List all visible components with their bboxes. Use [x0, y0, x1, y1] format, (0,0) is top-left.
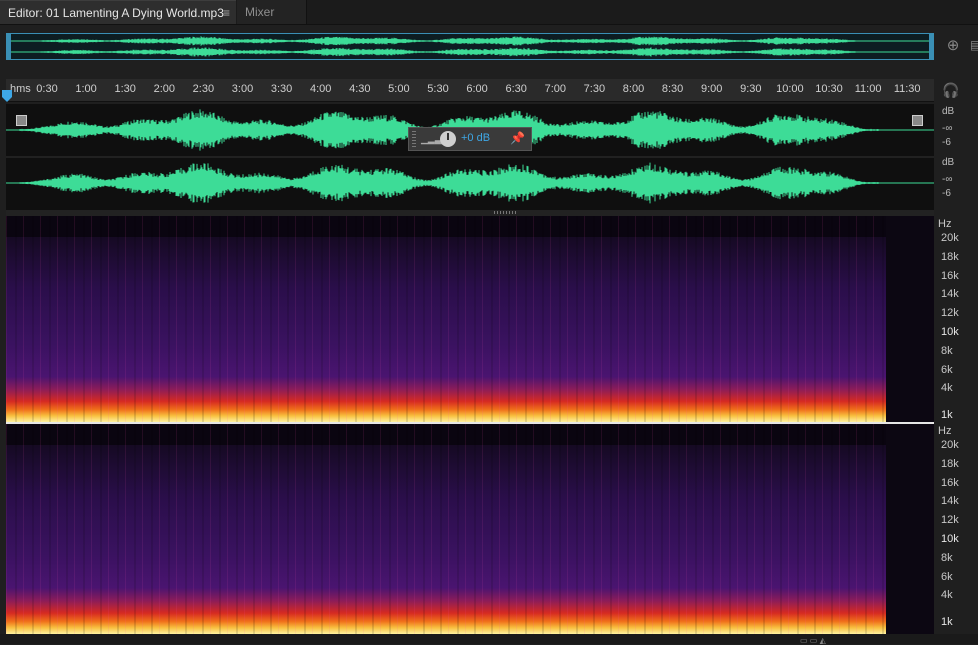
- ch1-db-minus6: -6: [942, 137, 951, 148]
- time-tick-label: 9:00: [700, 83, 723, 95]
- spectral-display-channel-1[interactable]: [6, 216, 934, 422]
- tab-menu-icon[interactable]: ≡: [223, 1, 230, 25]
- level-bars-icon: ▁▂▃▅: [421, 134, 449, 144]
- time-tick-label: 2:00: [153, 83, 176, 95]
- channel1-hz-label: 1k: [941, 409, 953, 422]
- fade-out-handle[interactable]: [912, 115, 923, 126]
- tab-mixer-label: Mixer: [245, 5, 275, 19]
- overview-waveform: [7, 36, 933, 57]
- ch2-db-inf: -∞: [942, 174, 953, 185]
- time-tick-label: 0:30: [36, 83, 58, 95]
- channel1-hz-label: 10k: [941, 326, 959, 338]
- waveform-display[interactable]: [6, 104, 934, 210]
- tab-editor[interactable]: Editor: 01 Lamenting A Dying World.mp3 ≡: [0, 0, 236, 24]
- channel1-hz-label: 4k: [941, 382, 953, 395]
- time-tick-label: 5:30: [427, 83, 449, 95]
- channel2-hz-label: 6k: [941, 570, 953, 583]
- hud-grip[interactable]: [412, 131, 416, 147]
- time-tick-label: 10:00: [776, 83, 804, 95]
- pin-icon[interactable]: 📌: [510, 131, 525, 145]
- time-tick-label: 11:00: [854, 83, 882, 95]
- channel2-hz-label: 20k: [941, 439, 959, 451]
- spectral-display-channel-2[interactable]: [6, 424, 934, 634]
- panel-menu-icon[interactable]: ▤: [970, 38, 978, 54]
- time-tick-label: 7:30: [583, 83, 606, 95]
- time-tick-label: 7:00: [544, 83, 567, 95]
- time-tick-label: 11:30: [893, 83, 921, 95]
- headphones-icon[interactable]: 🎧: [942, 82, 960, 98]
- time-tick-label: 5:00: [388, 83, 410, 95]
- channel1-hz-label: 18k: [941, 250, 959, 263]
- channel2-hz-label: 10k: [941, 533, 959, 545]
- ch1-db-unit: dB: [942, 106, 955, 117]
- channel1-hz-label: 8k: [941, 344, 953, 357]
- channel1-hz-label: 20k: [941, 232, 959, 244]
- fade-in-handle[interactable]: [16, 115, 27, 126]
- tab-editor-label: Editor: 01 Lamenting A Dying World.mp3: [8, 6, 224, 20]
- volume-hud[interactable]: ▁▂▃▅ +0 dB 📌: [408, 127, 532, 151]
- time-tick-label: 6:30: [505, 83, 527, 95]
- channel2-hz-label: 8k: [941, 551, 953, 564]
- playhead-marker[interactable]: [2, 90, 12, 102]
- overview-navigator[interactable]: [6, 33, 934, 60]
- channel2-hz-label: 12k: [941, 514, 959, 527]
- overview-right-handle[interactable]: [929, 34, 933, 59]
- time-tick-label: 8:30: [661, 83, 684, 95]
- channel2-hz-label: 16k: [941, 476, 959, 489]
- channel2-hz-label: 18k: [941, 457, 959, 470]
- channel1-hz-unit: Hz: [938, 218, 952, 230]
- time-tick-label: 10:30: [815, 83, 843, 95]
- channel2-hz-label: 4k: [941, 589, 953, 602]
- volume-value: +0 dB: [461, 132, 491, 144]
- ch1-db-inf: -∞: [942, 123, 953, 134]
- time-tick-label: 1:00: [75, 83, 97, 95]
- time-tick-label: 2:30: [192, 83, 215, 95]
- zoom-icon[interactable]: ⊕: [943, 36, 963, 56]
- channel1-hz-label: 12k: [941, 307, 959, 320]
- channel1-hz-label: 16k: [941, 269, 959, 282]
- ch2-db-unit: dB: [942, 157, 955, 168]
- channel1-hz-label: 14k: [941, 288, 959, 301]
- time-tick-label: 4:30: [349, 83, 371, 95]
- time-tick-label: 8:00: [622, 83, 645, 95]
- overview-left-handle[interactable]: [7, 34, 11, 59]
- time-tick-label: 4:00: [309, 83, 332, 95]
- time-tick-label: 6:00: [466, 83, 488, 95]
- time-ruler[interactable]: hms 0:30 1:00 1:30 2:00 2:30 3:00 3:30 4:00 4:30…: [6, 79, 934, 102]
- tab-bar: Editor: 01 Lamenting A Dying World.mp3 ≡…: [0, 0, 978, 25]
- volume-knob[interactable]: [440, 131, 456, 147]
- time-tick-label: 9:30: [740, 83, 762, 95]
- time-tick-label: 3:30: [270, 83, 293, 95]
- channel2-hz-label: 1k: [941, 616, 953, 629]
- tab-mixer[interactable]: Mixer: [237, 0, 307, 24]
- time-tick-label: 1:30: [114, 83, 136, 95]
- channel2-hz-label: 14k: [941, 495, 959, 508]
- time-unit-label: hms: [10, 83, 31, 95]
- channel1-hz-label: 6k: [941, 363, 953, 376]
- time-tick-label: 3:00: [231, 83, 254, 95]
- bottom-tool-icons[interactable]: ▭ ▭ ◭: [800, 636, 880, 645]
- ch2-db-minus6: -6: [942, 188, 951, 199]
- channel2-hz-unit: Hz: [938, 425, 952, 437]
